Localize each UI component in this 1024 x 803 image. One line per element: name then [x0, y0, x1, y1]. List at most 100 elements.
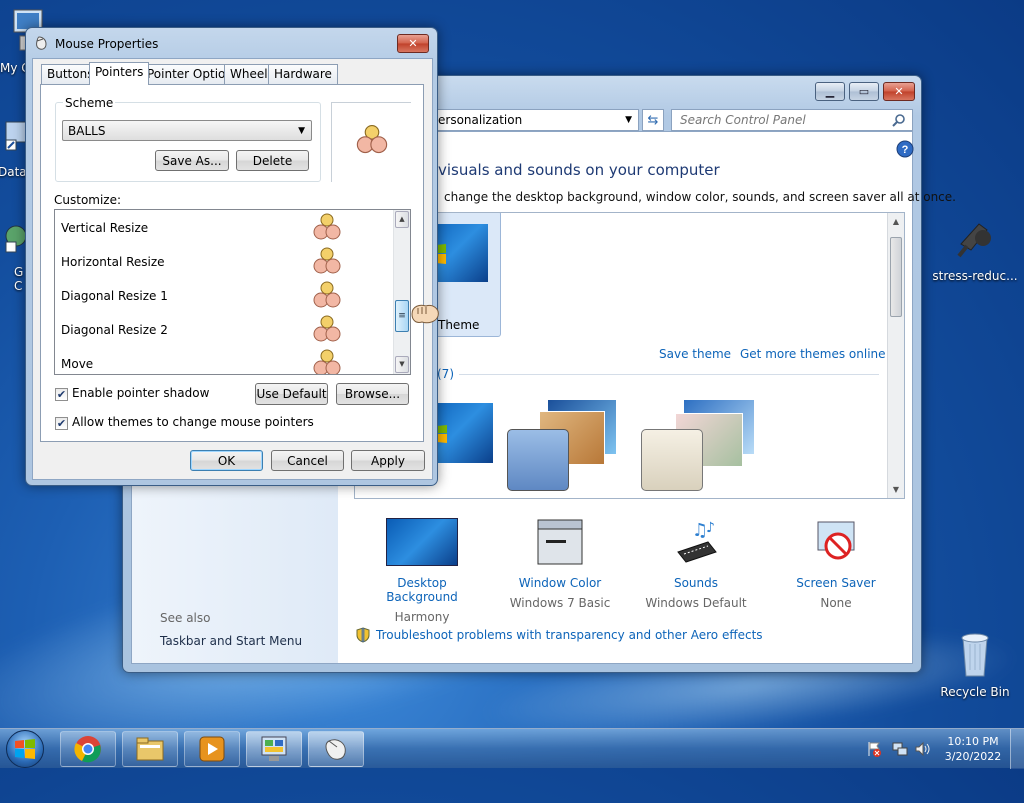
item-title: Desktop Background [386, 576, 458, 604]
scroll-down-button[interactable]: ▼ [888, 481, 904, 498]
save-as-button[interactable]: Save As... [155, 150, 229, 171]
troubleshoot-link[interactable]: Troubleshoot problems with transparency … [356, 627, 763, 643]
save-theme-link[interactable]: Save theme [659, 347, 731, 361]
recycle-bin-icon [961, 633, 989, 677]
get-more-themes-link[interactable]: Get more themes online [740, 347, 886, 361]
maximize-button[interactable]: ▭ [849, 82, 879, 101]
list-item[interactable]: Diagonal Resize 2 [55, 312, 347, 346]
action-center-icon[interactable] [866, 741, 882, 757]
search-input[interactable]: Search Control Panel [671, 109, 913, 131]
scroll-thumb[interactable] [890, 237, 902, 317]
scroll-down-button[interactable]: ▼ [395, 356, 409, 373]
close-button[interactable]: ✕ [883, 82, 915, 101]
section-divider [459, 374, 879, 375]
svg-text:?: ? [902, 144, 909, 156]
list-item[interactable]: Move [55, 346, 347, 374]
list-item-label: Vertical Resize [61, 221, 149, 235]
show-desktop-button[interactable] [1010, 729, 1024, 769]
taskbar-mouse[interactable] [308, 731, 364, 767]
desktop-icon-recycle-bin[interactable]: Recycle Bin [935, 630, 1015, 699]
clock-date: 3/20/2022 [944, 750, 1002, 763]
scroll-up-button[interactable]: ▲ [395, 211, 409, 228]
sounds-icon: ♫♪ [677, 520, 717, 563]
browse-button[interactable]: Browse... [336, 383, 409, 405]
list-item[interactable]: Diagonal Resize 1 [55, 278, 347, 312]
address-text: ersonalization [438, 113, 523, 127]
item-subtitle: Windows Default [645, 596, 747, 610]
chevron-down-icon[interactable]: ▼ [625, 115, 638, 125]
list-item-label: Diagonal Resize 2 [61, 323, 168, 337]
screen-saver-icon [817, 521, 855, 560]
media-player-icon [199, 736, 225, 762]
list-item[interactable]: Horizontal Resize [55, 244, 347, 278]
tab-wheel[interactable]: Wheel [224, 64, 274, 84]
scrollbar[interactable]: ▲ ▼ [887, 213, 904, 498]
custom-cursor-icon [313, 315, 341, 342]
theme-item-2[interactable] [507, 399, 627, 493]
window-color-swatch [641, 429, 703, 491]
enable-shadow-checkbox[interactable]: ✔ [55, 388, 68, 401]
page-title: visuals and sounds on your computer [438, 161, 720, 179]
apply-button[interactable]: Apply [351, 450, 425, 471]
ok-button[interactable]: OK [190, 450, 263, 471]
scroll-thumb[interactable]: ≡ [395, 300, 409, 332]
taskbar-media-player[interactable] [184, 731, 240, 767]
custom-cursor-icon [313, 247, 341, 274]
list-item-label: Horizontal Resize [61, 255, 165, 269]
cursor-list[interactable]: Vertical Resize Horizontal Resize Diagon… [54, 209, 411, 375]
tab-hardware[interactable]: Hardware [268, 64, 338, 84]
scrollbar[interactable]: ▲ ≡ ▼ [393, 210, 410, 374]
desktop-icon-label: Recycle Bin [940, 685, 1010, 699]
search-icon[interactable] [892, 113, 906, 127]
enable-shadow-label[interactable]: Enable pointer shadow [72, 386, 209, 400]
tab-pointers[interactable]: Pointers [89, 62, 150, 85]
minimize-button[interactable]: ▁ [815, 82, 845, 101]
screen-saver-item[interactable]: Screen Saver None [778, 518, 894, 610]
cancel-button[interactable]: Cancel [271, 450, 344, 471]
refresh-button[interactable]: ⇆ [642, 109, 664, 131]
allow-themes-label[interactable]: Allow themes to change mouse pointers [72, 415, 314, 429]
window-color-icon [537, 519, 583, 565]
window-color-swatch [507, 429, 569, 491]
scroll-up-button[interactable]: ▲ [888, 213, 904, 230]
dialog-title: Mouse Properties [55, 37, 159, 51]
tab-panel: Scheme BALLS ▼ Save As... Delete Customi… [40, 84, 424, 442]
taskbar-explorer[interactable] [122, 731, 178, 767]
customize-label: Customize: [54, 193, 122, 207]
clock[interactable]: 10:10 PM 3/20/2022 [940, 734, 1006, 764]
theme-item-3[interactable] [641, 399, 771, 493]
address-bar[interactable]: ersonalization ▼ [423, 109, 639, 131]
theme-label: Theme [438, 318, 480, 332]
window-color-item[interactable]: Window Color Windows 7 Basic [502, 518, 618, 610]
sounds-item[interactable]: ♫ ♪ Sounds Windows Default [638, 518, 754, 610]
help-icon[interactable]: ? [896, 140, 914, 158]
allow-themes-checkbox[interactable]: ✔ [55, 417, 68, 430]
taskbar-chrome[interactable] [60, 731, 116, 767]
item-title: Screen Saver [796, 576, 876, 590]
desktop-icon-stress-reducer[interactable]: stress-reduc... [932, 214, 1018, 283]
delete-button[interactable]: Delete [236, 150, 309, 171]
cursor-preview [331, 102, 411, 182]
windows-logo-icon [15, 739, 35, 759]
close-button[interactable]: ✕ [397, 34, 429, 53]
mouse-cursor-tool-icon [957, 223, 991, 258]
network-icon[interactable] [892, 741, 908, 757]
troubleshoot-label[interactable]: Troubleshoot problems with transparency … [376, 628, 763, 642]
item-subtitle: Harmony [394, 610, 450, 624]
scheme-select[interactable]: BALLS ▼ [62, 120, 312, 141]
clock-time: 10:10 PM [947, 735, 999, 748]
start-button[interactable] [6, 730, 44, 768]
taskbar-control-panel[interactable] [246, 731, 302, 767]
desktop-background-item[interactable]: Desktop Background Harmony [360, 518, 484, 624]
search-placeholder: Search Control Panel [680, 113, 806, 127]
use-default-button[interactable]: Use Default [255, 383, 328, 405]
taskbar-start-menu-link[interactable]: Taskbar and Start Menu [160, 634, 302, 648]
scheme-label: Scheme [63, 96, 116, 110]
volume-icon[interactable] [914, 741, 930, 757]
shield-icon [356, 627, 370, 643]
desktop-background-icon [386, 518, 458, 566]
mouse-properties-dialog: Mouse Properties ✕ Buttons Pointers Poin… [25, 27, 438, 486]
list-item[interactable]: Vertical Resize [55, 210, 347, 244]
control-panel-icon [261, 736, 287, 761]
taskbar: 10:10 PM 3/20/2022 [0, 728, 1024, 769]
